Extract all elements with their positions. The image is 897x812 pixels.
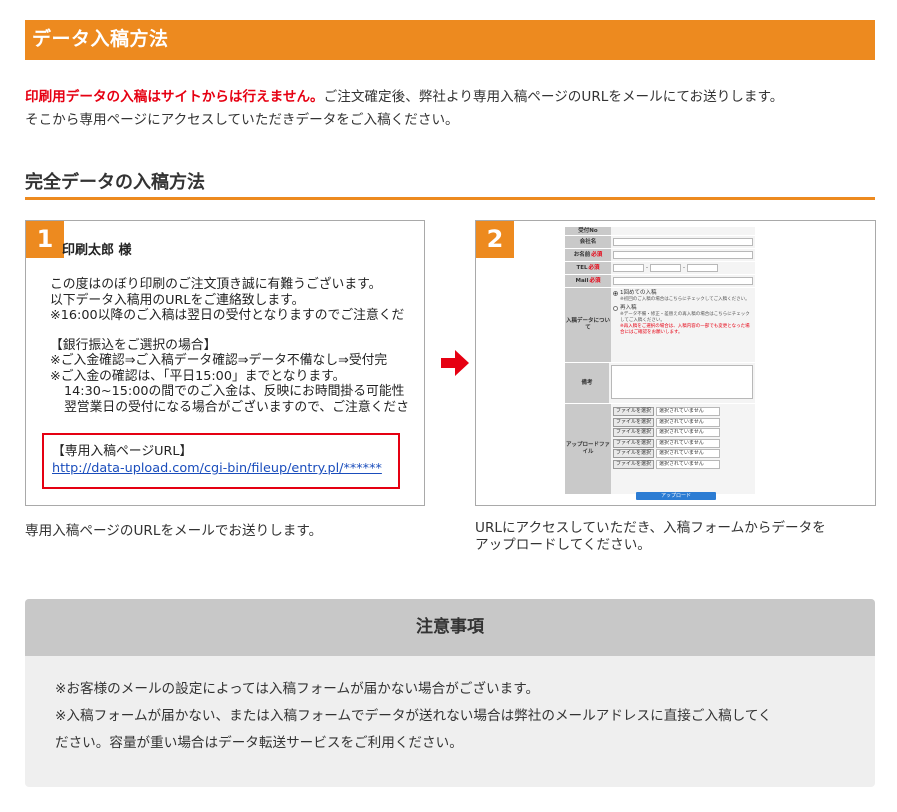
section-header: データ入稿方法 — [25, 20, 875, 60]
file-select-button[interactable]: ファイルを選択 — [613, 449, 655, 458]
notice-line: ※お客様のメールの設定によっては入稿フォームが届かない場合がございます。 — [55, 681, 540, 697]
email-line: 翌営業日の受付になる場合がございますので、ご注意くださ — [64, 399, 410, 415]
intro-text-2: そこから専用ページにアクセスしていただきデータをご入稿ください。 — [25, 112, 459, 128]
file-select-button[interactable]: ファイルを選択 — [613, 407, 655, 416]
section-title: データ入稿方法 — [32, 28, 169, 50]
upload-form-mockup: 受付No 会社名 お名前 必須 TEL 必須 - - Mail 必須 入稿データについ… — [565, 227, 755, 495]
file-select-button[interactable]: ファイルを選択 — [613, 438, 655, 448]
email-line: 14:30~15:00の間でのご入金は、反映にお時間掛る可能性 — [64, 384, 405, 399]
step2-badge: 2 — [476, 221, 514, 258]
notice-body: ※お客様のメールの設定によっては入稿フォームが届かない場合がございます。 ※入稿… — [25, 656, 875, 757]
form-label-upload: アップロードファイル — [565, 404, 611, 494]
right-arrow-icon — [441, 350, 469, 376]
company-input[interactable] — [613, 237, 753, 246]
step1-caption: 専用入稿ページのURLをメールでお送りします。 — [25, 523, 323, 539]
form-label-data: 入稿データについて — [565, 288, 611, 362]
step2-panel: 2 受付No 会社名 お名前 必須 TEL 必須 - - Mail 必須 入稿データ — [475, 220, 876, 506]
subsection-underline — [25, 197, 875, 200]
intro-warning: 印刷用データの入稿はサイトからは行えません。 — [25, 89, 324, 105]
url-label: 【専用入稿ページURL】 — [52, 444, 193, 459]
file-select-button[interactable]: ファイルを選択 — [613, 417, 655, 427]
file-select-button[interactable]: ファイルを選択 — [613, 428, 655, 437]
form-label-remarks: 備考 — [565, 363, 609, 403]
email-line: ※ご入金の確認は、「平日15:00」までとなります。 — [50, 368, 346, 384]
notice-line: ※入稿フォームが届かない、または入稿フォームでデータが送れない場合は弊社のメール… — [55, 708, 772, 724]
notice-title: 注意事項 — [25, 599, 875, 656]
email-line: ※16:00以降のご入稿は翌日の受付となりますのでご注意くだ — [50, 308, 405, 323]
step1-badge: 1 — [26, 221, 64, 258]
step2-caption: URLにアクセスしていただき、入稿フォームからデータを アップロードしてください… — [475, 520, 826, 553]
form-label-company: 会社名 — [565, 236, 611, 248]
form-label-receipt: 受付No — [565, 227, 611, 235]
notice-box: 注意事項 ※お客様のメールの設定によっては入稿フォームが届かない場合がございます… — [25, 599, 875, 787]
form-label-mail: Mail 必須 — [565, 275, 611, 287]
remarks-textarea[interactable] — [611, 364, 753, 399]
tel-input-2[interactable] — [650, 263, 681, 272]
notice-line: ださい。容量が重い場合はデータ転送サービスをご利用ください。 — [55, 735, 463, 751]
email-line: この度はのぼり印刷のご注文頂き誠に有難うございます。 — [50, 277, 382, 292]
reupload-radio[interactable] — [613, 306, 618, 311]
upload-page-link[interactable]: http://data-upload.com/cgi-bin/fileup/en… — [52, 461, 382, 476]
step1-panel: 1 印刷太郎 様 この度はのぼり印刷のご注文頂き誠に有難うございます。 以下デー… — [25, 220, 425, 506]
email-line: 【銀行振込をご選択の場合】 — [50, 337, 217, 353]
upload-button[interactable]: アップロード — [636, 492, 716, 500]
email-line: ※ご入金確認⇒ご入稿データ確認⇒データ不備なし⇒受付完 — [50, 353, 388, 368]
url-highlight-box: 【専用入稿ページURL】 http://data-upload.com/cgi-… — [42, 433, 400, 489]
email-body: この度はのぼり印刷のご注文頂き誠に有難うございます。 以下データ入稿用のURLを… — [50, 277, 409, 415]
name-input[interactable] — [613, 250, 753, 259]
subsection-title: 完全データの入稿方法 — [25, 172, 205, 193]
tel-input-1[interactable] — [613, 263, 644, 272]
intro-text: 印刷用データの入稿はサイトからは行えません。ご注文確定後、弊社より専用入稿ページ… — [25, 86, 875, 132]
file-select-button[interactable]: ファイルを選択 — [613, 459, 655, 469]
form-label-tel: TEL 必須 — [565, 262, 611, 274]
email-line: 以下データ入稿用のURLをご連絡致します。 — [50, 292, 305, 308]
intro-text-1: ご注文確定後、弊社より専用入稿ページのURLをメールにてお送りします。 — [323, 89, 784, 105]
email-recipient: 印刷太郎 様 — [62, 243, 132, 258]
form-label-name: お名前 必須 — [565, 249, 611, 261]
first-upload-radio[interactable] — [613, 290, 618, 296]
mail-input[interactable] — [613, 276, 753, 285]
tel-input-3[interactable] — [687, 263, 718, 272]
